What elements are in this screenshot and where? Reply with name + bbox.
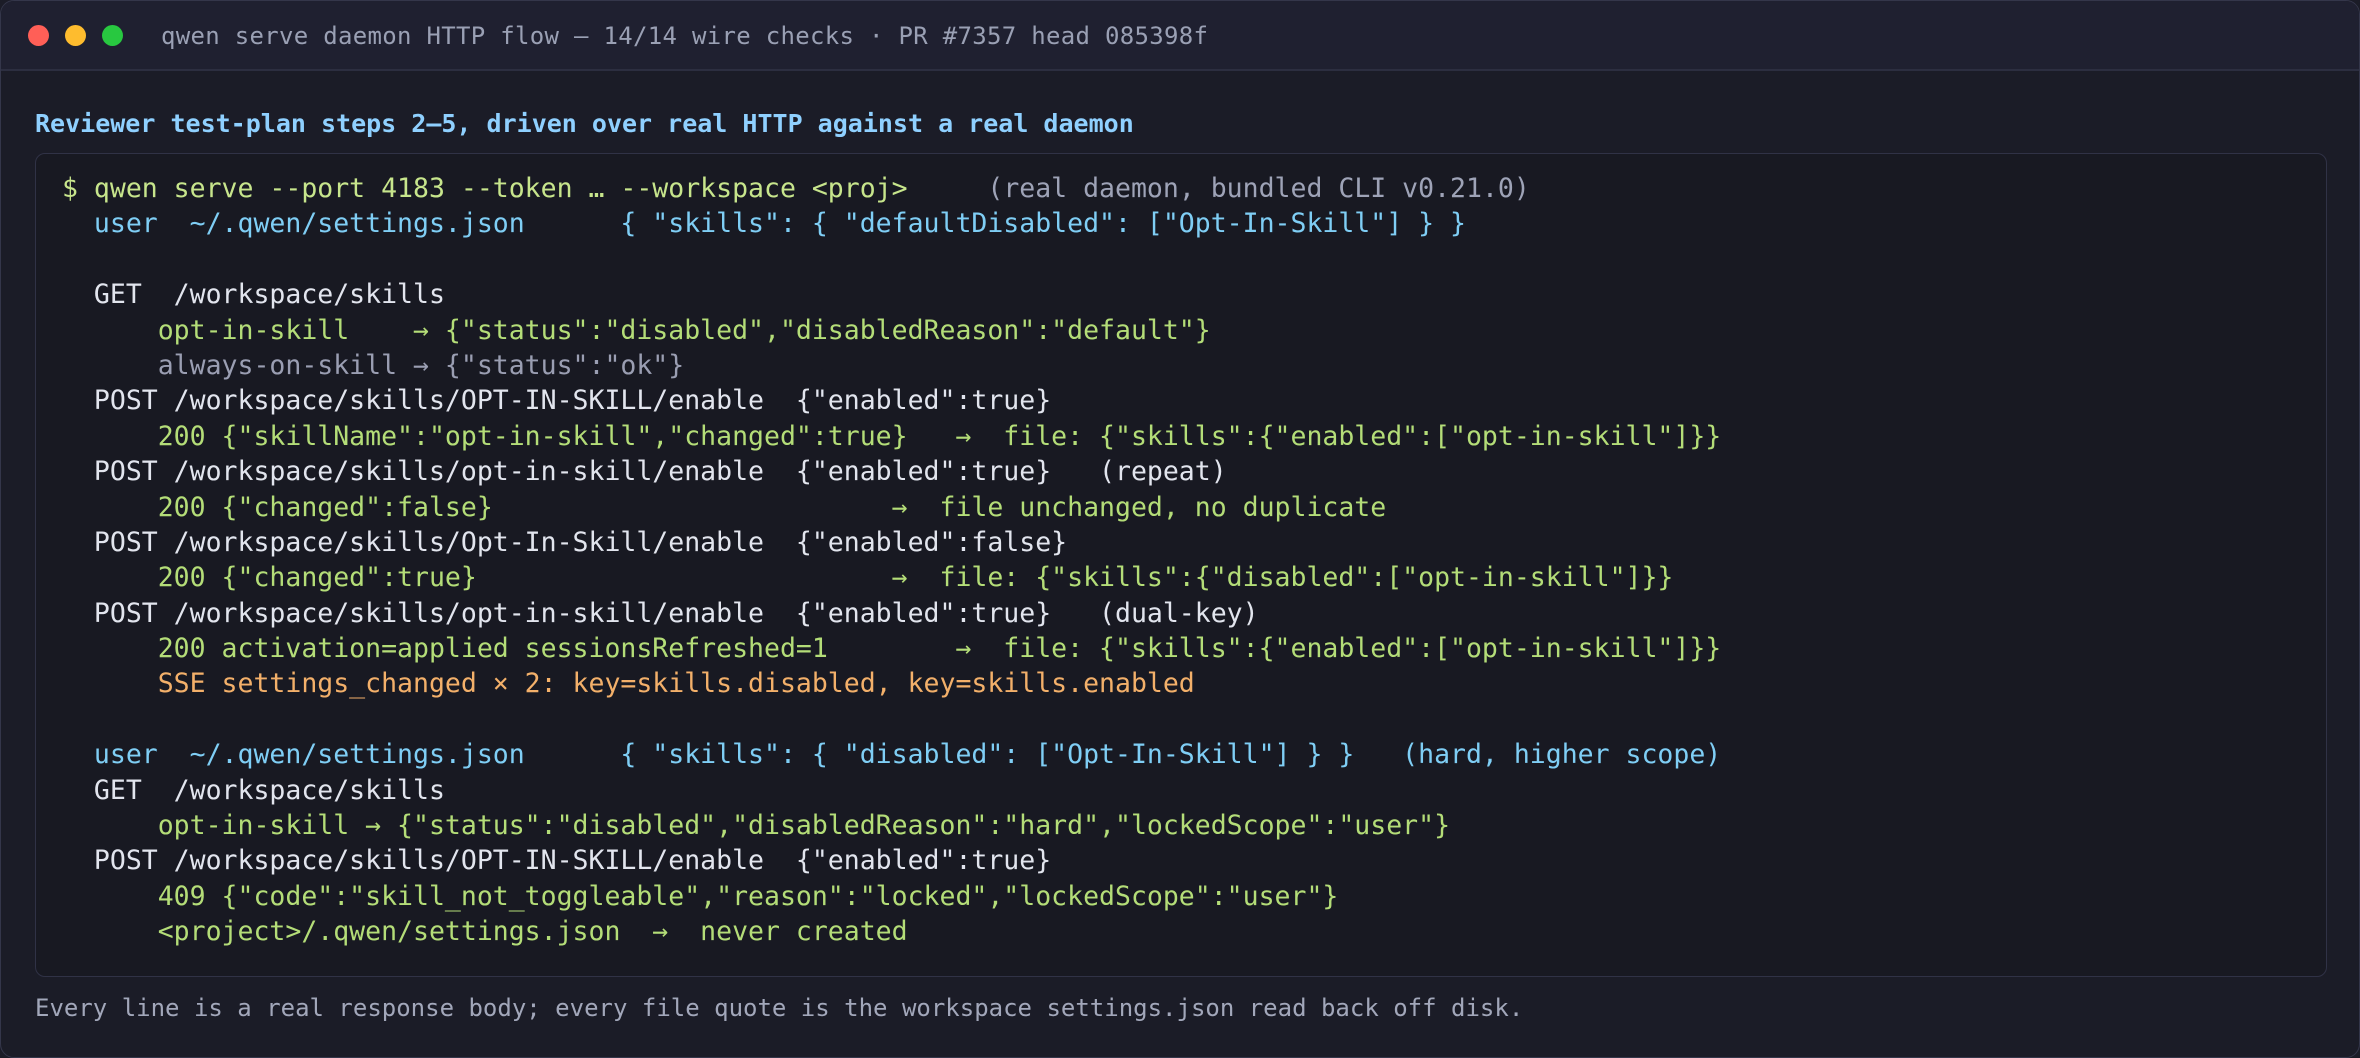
- terminal-line: SSE settings_changed × 2: key=skills.dis…: [62, 666, 1721, 701]
- terminal-line: 200 {"skillName":"opt-in-skill","changed…: [62, 419, 1722, 454]
- terminal-line: POST /workspace/skills/opt-in-skill/enab…: [62, 596, 1721, 631]
- zoom-window-button[interactable]: [102, 25, 123, 46]
- terminal-line: 409 {"code":"skill_not_toggleable","reas…: [62, 879, 1721, 914]
- terminal-text: user ~/.qwen/settings.json { "skills": {…: [62, 208, 1466, 240]
- terminal-text: opt-in-skill → {"status":"disabled","dis…: [62, 314, 1211, 346]
- terminal-line: 200 {"changed":true} → file: {"skills":{…: [62, 560, 1721, 595]
- terminal-text: POST /workspace/skills/opt-in-skill/enab…: [62, 597, 1259, 629]
- terminal-text: POST /workspace/skills/OPT-IN-SKILL/enab…: [62, 845, 1052, 877]
- terminal-text: always-on-skill → {"status":"ok"}: [62, 349, 685, 381]
- terminal-text: POST /workspace/skills/OPT-IN-SKILL/enab…: [62, 385, 1052, 417]
- terminal-line: 200 {"changed":false} → file unchanged, …: [62, 490, 1721, 525]
- close-window-button[interactable]: [28, 25, 49, 46]
- terminal-line: POST /workspace/skills/Opt-In-Skill/enab…: [62, 525, 1721, 560]
- terminal-text: POST /workspace/skills/Opt-In-Skill/enab…: [62, 526, 1068, 558]
- terminal-window: qwen serve daemon HTTP flow — 14/14 wire…: [0, 0, 2360, 1058]
- terminal-line: POST /workspace/skills/OPT-IN-SKILL/enab…: [62, 843, 1721, 878]
- minimize-window-button[interactable]: [65, 25, 86, 46]
- terminal-text: opt-in-skill → {"status":"disabled","dis…: [62, 810, 1451, 842]
- terminal-text: GET /workspace/skills: [62, 279, 445, 311]
- terminal-line: opt-in-skill → {"status":"disabled","dis…: [62, 313, 1721, 348]
- terminal-line: <project>/.qwen/settings.json → never cr…: [62, 914, 1721, 949]
- title-bar: qwen serve daemon HTTP flow — 14/14 wire…: [1, 1, 2359, 71]
- terminal-line: POST /workspace/skills/opt-in-skill/enab…: [62, 454, 1721, 489]
- terminal-text: GET /workspace/skills: [62, 774, 445, 806]
- terminal-text: $ qwen serve --port 4183 --token … --wor…: [62, 173, 908, 204]
- terminal-line: opt-in-skill → {"status":"disabled","dis…: [62, 808, 1721, 843]
- terminal-text: POST /workspace/skills/opt-in-skill/enab…: [62, 456, 1227, 488]
- terminal-line: GET /workspace/skills: [62, 773, 1721, 808]
- terminal-text: 409 {"code":"skill_not_toggleable","reas…: [62, 880, 1339, 912]
- terminal-text: 200 {"skillName":"opt-in-skill","changed…: [62, 420, 1722, 452]
- terminal-line: user ~/.qwen/settings.json { "skills": {…: [62, 206, 1721, 241]
- terminal-line: $ qwen serve --port 4183 --token … --wor…: [62, 171, 1721, 206]
- terminal-text: 200 {"changed":false} → file unchanged, …: [62, 491, 1387, 523]
- terminal-output-panel: $ qwen serve --port 4183 --token … --wor…: [35, 153, 2327, 977]
- terminal-lines: $ qwen serve --port 4183 --token … --wor…: [62, 171, 1721, 950]
- terminal-text: (real daemon, bundled CLI v0.21.0): [907, 173, 1530, 204]
- terminal-text: <project>/.qwen/settings.json → never cr…: [62, 916, 908, 948]
- window-title: qwen serve daemon HTTP flow — 14/14 wire…: [161, 22, 1209, 50]
- terminal-line: 200 activation=applied sessionsRefreshed…: [62, 631, 1722, 666]
- terminal-text: user ~/.qwen/settings.json { "skills": {…: [62, 739, 1722, 771]
- footer-caption: Every line is a real response body; ever…: [35, 994, 1524, 1022]
- terminal-text: SSE settings_changed × 2: key=skills.dis…: [62, 668, 1195, 700]
- terminal-text: 200 {"changed":true} → file: {"skills":{…: [62, 562, 1674, 594]
- terminal-line: GET /workspace/skills: [62, 277, 1721, 312]
- section-heading: Reviewer test-plan steps 2–5, driven ove…: [35, 109, 1134, 138]
- terminal-line: POST /workspace/skills/OPT-IN-SKILL/enab…: [62, 383, 1721, 418]
- terminal-line: user ~/.qwen/settings.json { "skills": {…: [62, 737, 1721, 772]
- terminal-line: always-on-skill → {"status":"ok"}: [62, 348, 1721, 383]
- terminal-text: 200 activation=applied sessionsRefreshed…: [62, 633, 1722, 665]
